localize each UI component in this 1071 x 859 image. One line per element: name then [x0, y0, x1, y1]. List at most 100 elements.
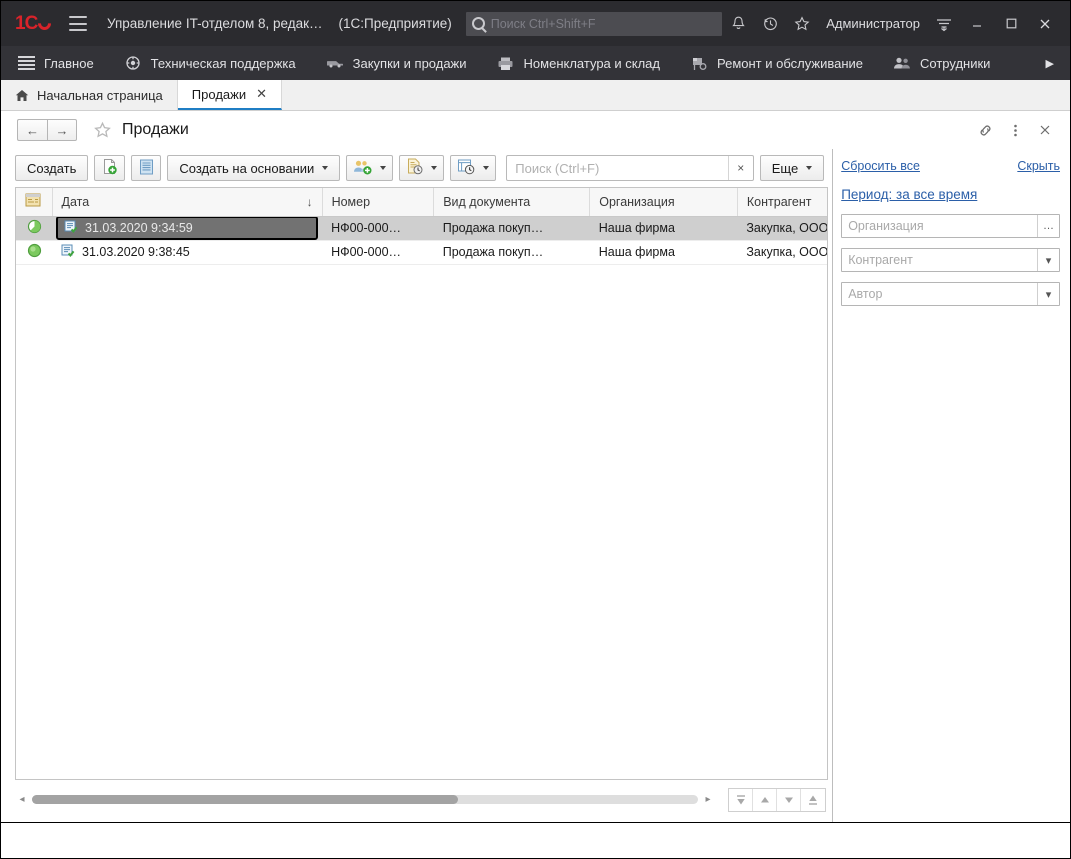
- main-menu-hamburger-icon[interactable]: [69, 16, 87, 31]
- add-user-icon: [353, 159, 372, 178]
- add-client-button[interactable]: [346, 155, 393, 181]
- bell-icon[interactable]: [722, 8, 754, 40]
- row-date-cell: 31.03.2020 9:34:59: [52, 216, 322, 240]
- reports-button[interactable]: [399, 155, 444, 181]
- create-button[interactable]: Создать: [15, 155, 88, 181]
- link-icon[interactable]: [972, 117, 998, 143]
- menu-item-nomenklatura-sklad[interactable]: Номенклатура и склад: [497, 46, 674, 80]
- list-view-button[interactable]: [131, 155, 161, 181]
- scrollbar-track[interactable]: [32, 795, 698, 804]
- menu-item-glavnoe[interactable]: Главное: [17, 46, 108, 80]
- copy-document-button[interactable]: [94, 155, 125, 181]
- chevron-down-icon: [431, 166, 437, 170]
- navigation-row: ← → Продажи: [1, 111, 1070, 149]
- kebab-menu-icon[interactable]: [1002, 117, 1028, 143]
- minimize-button[interactable]: [960, 8, 994, 40]
- tab-prodazhi[interactable]: Продажи ✕: [178, 80, 282, 110]
- filter-field-organization[interactable]: …: [841, 214, 1060, 238]
- home-icon: [15, 89, 29, 102]
- row-number-cell: НФ00-000…: [322, 240, 434, 264]
- more-button-label: Еще: [772, 161, 798, 176]
- table-row[interactable]: 31.03.2020 9:38:45 НФ00-000… Продажа пок…: [16, 240, 828, 264]
- search-icon: [472, 17, 485, 30]
- logo-1c[interactable]: 1C: [15, 13, 51, 35]
- horizontal-scrollbar[interactable]: ◂ ▸: [15, 790, 715, 808]
- scroll-left-icon[interactable]: ◂: [15, 794, 29, 805]
- row-status-cell: [16, 216, 52, 240]
- tab-nachalnaya-stranica[interactable]: Начальная страница: [1, 80, 178, 110]
- tab-label: Начальная страница: [37, 88, 163, 103]
- filter-field-author[interactable]: ▾: [841, 282, 1060, 306]
- maximize-button[interactable]: [994, 8, 1028, 40]
- filter-field-counterparty[interactable]: ▾: [841, 248, 1060, 272]
- pie-clock-green-icon: [27, 223, 42, 237]
- author-filter-input[interactable]: [842, 287, 1037, 301]
- column-header-vid-dokumenta[interactable]: Вид документа: [434, 188, 590, 216]
- menu-item-zakupki-prodazhi[interactable]: Закупки и продажи: [326, 46, 481, 80]
- counterparty-dropdown-icon[interactable]: ▾: [1037, 249, 1059, 271]
- truck-icon: [326, 55, 344, 71]
- history-icon[interactable]: [754, 8, 786, 40]
- column-header-data[interactable]: Дата ↓: [52, 188, 322, 216]
- column-header-icon[interactable]: [16, 188, 52, 216]
- close-button[interactable]: [1028, 8, 1062, 40]
- filter-panel: Сбросить все Скрыть Период: за все время…: [833, 149, 1070, 822]
- more-button[interactable]: Еще: [760, 155, 824, 181]
- logo-arc-icon: [36, 14, 54, 32]
- author-dropdown-icon[interactable]: ▾: [1037, 283, 1059, 305]
- first-record-icon[interactable]: [729, 789, 753, 811]
- create-based-on-button[interactable]: Создать на основании: [167, 155, 340, 181]
- tab-close-icon[interactable]: ✕: [256, 86, 267, 102]
- column-header-kontragent[interactable]: Контрагент: [737, 188, 828, 216]
- column-header-organizaciya[interactable]: Организация: [590, 188, 738, 216]
- menu-overflow-button[interactable]: ▶: [1040, 46, 1060, 80]
- row-number-cell: НФ00-000…: [322, 216, 434, 240]
- support-icon: [124, 55, 142, 71]
- scrollbar-thumb[interactable]: [32, 795, 458, 804]
- back-button[interactable]: ←: [17, 119, 47, 141]
- global-search[interactable]: [466, 12, 722, 36]
- table-header-row: Дата ↓ Номер Вид документа Организация К…: [16, 188, 828, 216]
- menu-item-label: Номенклатура и склад: [524, 56, 660, 71]
- menu-item-tehpodderzhka[interactable]: Техническая поддержка: [124, 46, 310, 80]
- period-filter-link[interactable]: Период: за все время: [841, 187, 1060, 202]
- app-title: Управление IT-отделом 8, редак…: [107, 16, 323, 31]
- lines-icon: [17, 55, 35, 71]
- close-form-icon[interactable]: [1032, 117, 1058, 143]
- options-menu-icon[interactable]: [928, 8, 960, 40]
- table-row[interactable]: 31.03.2020 9:34:59 НФ00-000… Продажа пок…: [16, 216, 828, 240]
- menu-item-label: Закупки и продажи: [353, 56, 467, 71]
- menu-item-label: Ремонт и обслуживание: [717, 56, 863, 71]
- row-organization-cell: Наша фирма: [590, 216, 738, 240]
- global-search-input[interactable]: [491, 17, 716, 31]
- add-to-favorites-icon[interactable]: [93, 121, 112, 140]
- printer-icon: [497, 55, 515, 71]
- clear-search-icon[interactable]: ×: [728, 156, 753, 180]
- forward-button[interactable]: →: [47, 119, 77, 141]
- prev-record-icon[interactable]: [753, 789, 777, 811]
- star-icon[interactable]: [786, 8, 818, 40]
- organization-select-icon[interactable]: …: [1037, 215, 1059, 237]
- menu-item-remont-obsluzhivanie[interactable]: Ремонт и обслуживание: [690, 46, 877, 80]
- row-doctype-cell: Продажа покуп…: [434, 216, 590, 240]
- last-record-icon[interactable]: [801, 789, 825, 811]
- scroll-right-icon[interactable]: ▸: [701, 794, 715, 805]
- menu-item-sotrudniki[interactable]: Сотрудники: [893, 46, 1004, 80]
- user-name[interactable]: Администратор: [818, 16, 928, 31]
- list-search-input[interactable]: [507, 161, 727, 176]
- row-date-value: 31.03.2020 9:34:59: [85, 221, 193, 235]
- app-subtitle: (1С:Предприятие): [339, 16, 452, 31]
- reset-all-link[interactable]: Сбросить все: [841, 159, 920, 173]
- hide-panel-link[interactable]: Скрыть: [1017, 159, 1060, 173]
- counterparty-filter-input[interactable]: [842, 253, 1037, 267]
- registers-button[interactable]: [450, 155, 496, 181]
- list-search[interactable]: ×: [506, 155, 753, 181]
- organization-filter-input[interactable]: [842, 219, 1037, 233]
- next-record-icon[interactable]: [777, 789, 801, 811]
- register-clock-icon: [457, 158, 475, 178]
- form-command-buttons: [972, 117, 1058, 143]
- logo-text: 1C: [15, 13, 37, 35]
- tools-icon: [690, 55, 708, 71]
- filter-panel-header: Сбросить все Скрыть: [841, 159, 1060, 173]
- column-header-nomer[interactable]: Номер: [322, 188, 434, 216]
